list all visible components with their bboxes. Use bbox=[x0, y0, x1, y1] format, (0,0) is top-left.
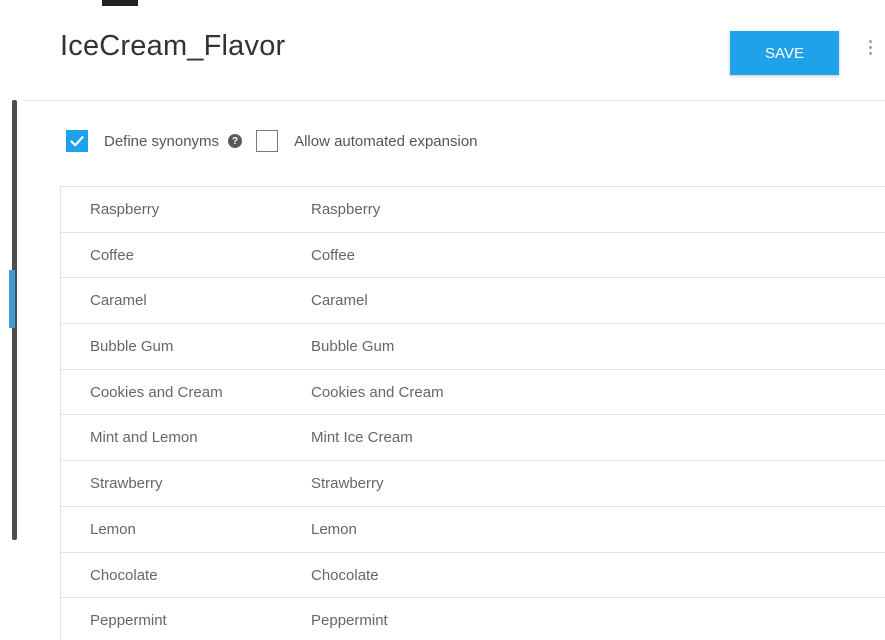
entry-synonym[interactable]: Peppermint bbox=[311, 598, 388, 640]
entry-synonym[interactable]: Bubble Gum bbox=[311, 324, 394, 369]
table-row[interactable]: Lemon Lemon bbox=[61, 507, 885, 553]
save-button[interactable]: SAVE bbox=[730, 31, 839, 75]
entry-synonym[interactable]: Lemon bbox=[311, 507, 357, 552]
help-icon[interactable]: ? bbox=[228, 134, 243, 148]
table-row[interactable]: Peppermint Peppermint bbox=[61, 598, 885, 640]
table-row[interactable]: Chocolate Chocolate bbox=[61, 553, 885, 599]
define-synonyms-label: Define synonyms bbox=[104, 132, 220, 150]
define-synonyms-checkbox[interactable] bbox=[66, 130, 88, 152]
entry-value[interactable]: Mint and Lemon bbox=[90, 415, 198, 460]
allow-automated-expansion-label: Allow automated expansion bbox=[294, 132, 478, 150]
entry-synonym[interactable]: Strawberry bbox=[311, 461, 384, 506]
active-nav-indicator bbox=[9, 270, 15, 328]
entry-value[interactable]: Strawberry bbox=[90, 461, 163, 506]
entry-synonym[interactable]: Caramel bbox=[311, 278, 368, 323]
entry-value[interactable]: Peppermint bbox=[90, 598, 167, 640]
entry-value[interactable]: Raspberry bbox=[90, 187, 159, 232]
table-row[interactable]: Raspberry Raspberry bbox=[61, 187, 885, 233]
entry-synonym[interactable]: Cookies and Cream bbox=[311, 370, 444, 415]
entry-value[interactable]: Bubble Gum bbox=[90, 324, 173, 369]
entity-title: IceCream_Flavor bbox=[60, 30, 286, 62]
entry-synonym[interactable]: Chocolate bbox=[311, 553, 379, 598]
entry-synonym[interactable]: Raspberry bbox=[311, 187, 380, 232]
entity-editor-page: IceCream_Flavor SAVE Define synonyms ? A… bbox=[0, 0, 885, 640]
allow-automated-expansion-checkbox[interactable] bbox=[256, 130, 279, 152]
table-row[interactable]: Cookies and Cream Cookies and Cream bbox=[61, 370, 885, 416]
table-row[interactable]: Bubble Gum Bubble Gum bbox=[61, 324, 885, 370]
check-icon bbox=[70, 136, 84, 147]
entry-value[interactable]: Chocolate bbox=[90, 553, 158, 598]
table-row[interactable]: Strawberry Strawberry bbox=[61, 461, 885, 507]
entry-value[interactable]: Lemon bbox=[90, 507, 136, 552]
top-edge-fragment bbox=[102, 0, 138, 6]
table-row[interactable]: Coffee Coffee bbox=[61, 233, 885, 279]
entries-table: Raspberry Raspberry Coffee Coffee Caramel Car… bbox=[60, 186, 885, 640]
entry-synonym[interactable]: Mint Ice Cream bbox=[311, 415, 413, 460]
entry-synonym[interactable]: Coffee bbox=[311, 233, 355, 278]
more-vert-icon[interactable] bbox=[865, 40, 875, 64]
entity-options: Define synonyms ? Allow automated expans… bbox=[66, 128, 478, 154]
entry-value[interactable]: Coffee bbox=[90, 233, 134, 278]
table-row[interactable]: Caramel Caramel bbox=[61, 278, 885, 325]
entry-value[interactable]: Cookies and Cream bbox=[90, 370, 223, 415]
table-row[interactable]: Mint and Lemon Mint Ice Cream bbox=[61, 415, 885, 462]
header-divider bbox=[22, 100, 885, 101]
entry-value[interactable]: Caramel bbox=[90, 278, 147, 323]
